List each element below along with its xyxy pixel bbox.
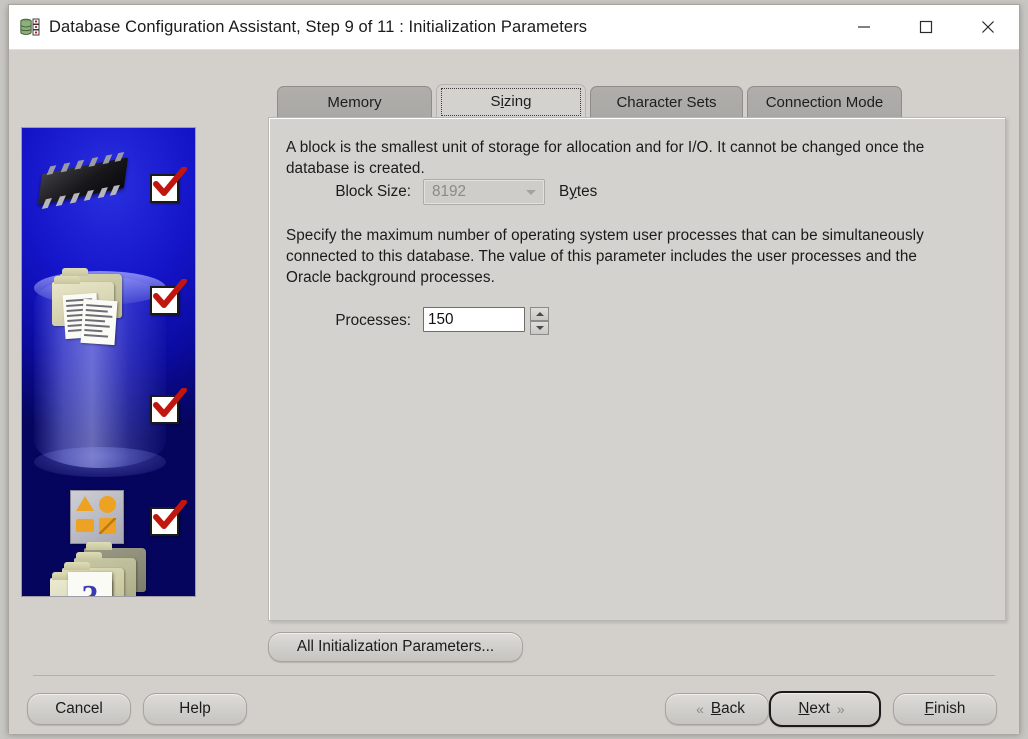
window-title: Database Configuration Assistant, Step 9… — [49, 17, 588, 36]
finish-button[interactable]: Finish — [893, 693, 997, 725]
processes-spinner-buttons — [530, 307, 549, 335]
question-mark-page-icon: ? — [68, 572, 112, 596]
processes-stepper — [423, 307, 549, 335]
dialog-body: ? — [9, 50, 1019, 734]
dialog-window: Database Configuration Assistant, Step 9… — [8, 4, 1020, 734]
processes-row: Processes: — [304, 307, 549, 335]
database-server-icon — [19, 16, 41, 38]
screen: Database Configuration Assistant, Step 9… — [0, 0, 1028, 739]
close-icon[interactable] — [957, 5, 1019, 49]
tab-sizing[interactable]: Sizing — [436, 84, 586, 117]
back-button-label: Back — [710, 700, 745, 717]
step-complete-check-2 — [150, 279, 187, 315]
block-size-select: 8192 — [423, 179, 545, 205]
sizing-tab-panel: A block is the smallest unit of storage … — [268, 117, 1006, 621]
wizard-sidebar-graphic: ? — [21, 127, 196, 597]
block-size-description: A block is the smallest unit of storage … — [286, 139, 925, 177]
tab-memory[interactable]: Memory — [277, 86, 432, 117]
tab-sizing-label: Sizing — [490, 92, 532, 110]
chevron-right-icon: » — [836, 701, 845, 717]
all-initialization-parameters-button[interactable]: All Initialization Parameters... — [268, 632, 523, 662]
tab-character-sets[interactable]: Character Sets — [590, 86, 743, 117]
block-size-label: Block Size: — [335, 183, 411, 200]
processes-description: Specify the maximum number of operating … — [286, 227, 924, 286]
processes-label: Processes: — [335, 312, 411, 329]
tab-connection-mode[interactable]: Connection Mode — [747, 86, 902, 117]
block-size-unit-label: Bytes — [559, 183, 598, 200]
unknown-files-icon: ? — [42, 542, 146, 596]
step-complete-check-3 — [150, 388, 187, 424]
back-button[interactable]: « Back — [665, 693, 769, 725]
spinner-down-icon[interactable] — [530, 321, 549, 335]
tab-memory-label: Memory — [327, 93, 382, 111]
tab-character-sets-label: Character Sets — [616, 93, 717, 111]
memory-chip-icon — [37, 151, 129, 210]
tab-connection-mode-label: Connection Mode — [765, 93, 884, 111]
window-controls — [833, 5, 1019, 49]
footer-button-bar: Cancel Help « Back Next » Finish — [9, 676, 1019, 734]
chevron-left-icon: « — [696, 701, 704, 717]
cancel-button[interactable]: Cancel — [27, 693, 131, 725]
tab-strip: Memory Sizing Character Sets Connection … — [259, 84, 1004, 117]
step-complete-check-4 — [150, 500, 187, 536]
block-size-row: Block Size: 8192 Bytes — [304, 179, 597, 205]
step-complete-check-1 — [150, 167, 187, 203]
next-button-label: Next — [798, 700, 830, 717]
next-button[interactable]: Next » — [769, 691, 881, 727]
cancel-button-label: Cancel — [55, 700, 103, 717]
schema-shapes-icon — [70, 490, 124, 544]
chevron-down-icon — [526, 189, 536, 195]
help-button[interactable]: Help — [143, 693, 247, 725]
finish-button-label: Finish — [924, 700, 966, 717]
minimize-icon[interactable] — [833, 5, 895, 49]
maximize-icon[interactable] — [895, 5, 957, 49]
block-size-value: 8192 — [432, 183, 467, 200]
processes-input[interactable] — [423, 307, 525, 332]
all-initialization-parameters-label: All Initialization Parameters... — [296, 638, 495, 655]
spinner-up-icon[interactable] — [530, 307, 549, 321]
help-button-label: Help — [179, 700, 211, 717]
documents-folder-icon — [46, 268, 128, 346]
title-bar: Database Configuration Assistant, Step 9… — [9, 5, 1019, 50]
